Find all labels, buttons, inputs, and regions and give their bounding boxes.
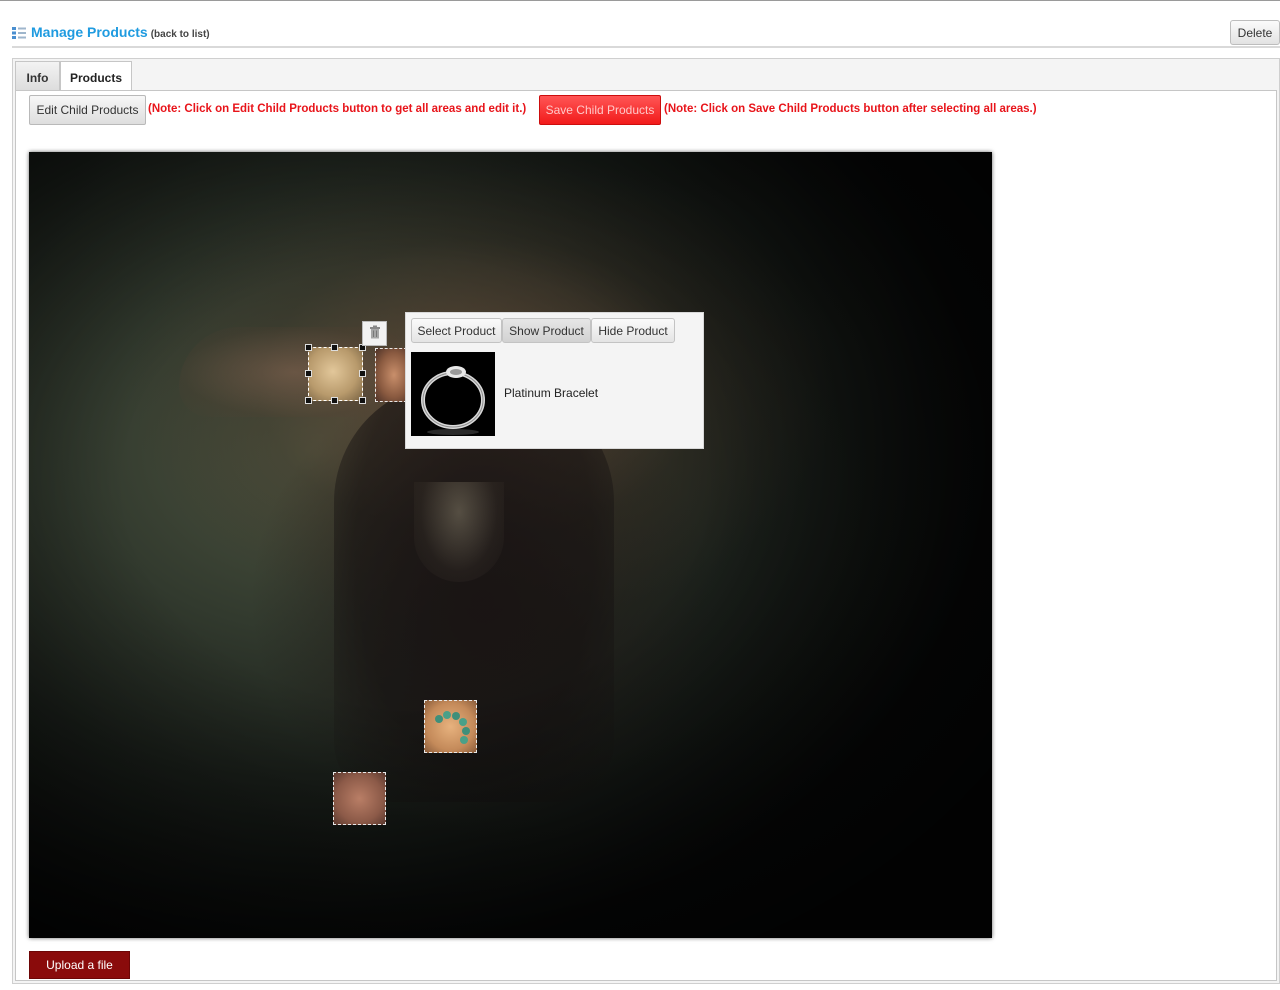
product-panel: Info Products Edit Child Products (Note:…: [12, 58, 1280, 984]
list-icon: [12, 26, 26, 40]
show-product-button[interactable]: Show Product: [502, 318, 591, 343]
hotspot-hair[interactable]: [375, 348, 407, 402]
hotspot-bracelet-wrist[interactable]: [424, 700, 477, 753]
bracelet-thumbnail: [411, 352, 495, 436]
tab-info[interactable]: Info: [15, 61, 60, 91]
tab-products[interactable]: Products: [60, 61, 132, 92]
resize-handle-nw[interactable]: [305, 344, 312, 351]
edit-child-products-button[interactable]: Edit Child Products: [29, 95, 146, 125]
photo-vignette: [29, 152, 992, 938]
resize-handle-w[interactable]: [305, 370, 312, 377]
trash-icon: [369, 325, 381, 342]
save-note: (Note: Click on Save Child Products butt…: [664, 103, 1037, 115]
save-child-products-button[interactable]: Save Child Products: [539, 95, 661, 125]
select-product-button[interactable]: Select Product: [411, 318, 502, 343]
products-tab-content: Edit Child Products (Note: Click on Edit…: [15, 90, 1277, 981]
resize-handle-s[interactable]: [331, 397, 338, 404]
resize-handle-se[interactable]: [359, 397, 366, 404]
resize-handle-n[interactable]: [331, 344, 338, 351]
page-title: Manage Products (back to list): [31, 24, 210, 40]
product-popup: Select Product Show Product Hide Product…: [405, 312, 704, 449]
top-border: [0, 0, 1280, 1]
product-image-canvas[interactable]: Select Product Show Product Hide Product…: [29, 152, 992, 938]
upload-file-button[interactable]: Upload a file: [29, 951, 130, 979]
resize-handle-e[interactable]: [359, 370, 366, 377]
bracelet-beads-icon: [435, 711, 470, 744]
hotspot-ring-hand[interactable]: [308, 347, 363, 401]
delete-button[interactable]: Delete: [1230, 20, 1280, 45]
hide-product-button[interactable]: Hide Product: [591, 318, 675, 343]
delete-area-button[interactable]: [362, 321, 387, 346]
resize-handle-sw[interactable]: [305, 397, 312, 404]
page-header: Manage Products (back to list) Delete: [12, 18, 1280, 48]
back-to-list-link[interactable]: (back to list): [151, 29, 210, 40]
product-name: Platinum Bracelet: [504, 386, 599, 400]
edit-note: (Note: Click on Edit Child Products butt…: [148, 103, 527, 115]
hotspot-knee-hand[interactable]: [333, 772, 386, 825]
page-title-text: Manage Products: [31, 24, 148, 40]
